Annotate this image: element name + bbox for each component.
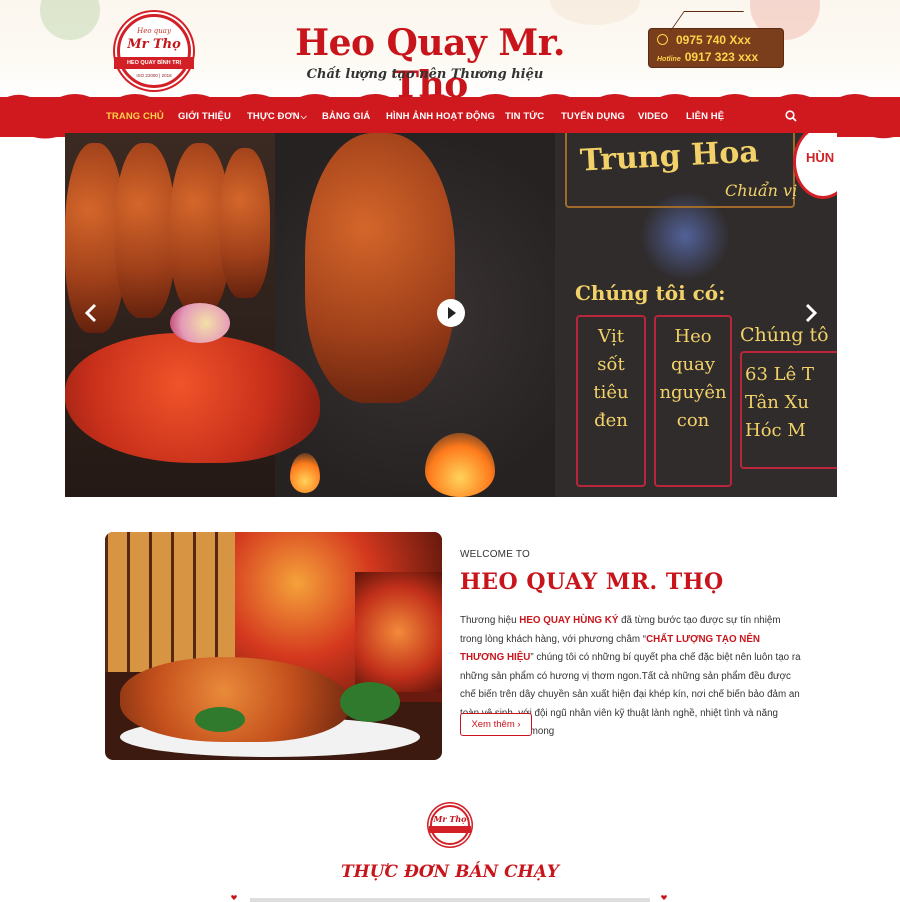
slider-prev-arrow[interactable]	[84, 303, 98, 323]
window-panel	[105, 532, 235, 672]
logo-name: Mr Thọ	[127, 37, 181, 52]
roast-duck-center	[305, 133, 455, 403]
site-logo[interactable]: Heo quay Mr Thọ HEO QUAY BÌNH TRỊ ISO 22…	[114, 14, 194, 88]
welcome-title: HEO QUAY MR. THỌ	[460, 569, 724, 595]
flame	[290, 453, 320, 493]
decor-pepper	[40, 0, 100, 40]
chalk-col-1: Vịt sốt tiêu đen	[576, 323, 646, 435]
logo-top-text: Heo quay	[137, 27, 171, 35]
bestseller-title: THỰC ĐƠN BÁN CHẠY	[340, 862, 560, 882]
cutoff-decor	[231, 895, 667, 902]
chalk-line: Tân Xu	[745, 392, 809, 413]
chevron-down-icon: ⌵	[300, 112, 307, 121]
phone-number: 0975 740 Xxx	[676, 33, 751, 47]
desc-text: Thương hiệu	[460, 615, 520, 626]
nav-item-contact[interactable]: LIÊN HỆ	[686, 111, 724, 122]
chalk-col-3: 63 Lê T Tân Xu Hóc M	[745, 361, 837, 445]
chalk-line: đen	[594, 410, 628, 431]
chalk-subtitle: Chuẩn vị	[725, 181, 798, 200]
chalk-line: Heo	[674, 326, 712, 347]
hotline-board[interactable]: 0975 740 Xxx Hotline 0917 323 xxx	[648, 11, 784, 68]
slider-next-arrow[interactable]	[804, 303, 818, 323]
nav-item-video[interactable]: VIDEO	[638, 111, 668, 122]
read-more-label: Xem thêm	[471, 719, 515, 730]
chalk-line: Hóc M	[745, 420, 806, 441]
nav-item-news[interactable]: TIN TỨC	[505, 111, 544, 122]
herb-garnish	[195, 707, 245, 732]
clock-icon	[657, 34, 668, 45]
chalk-line: nguyên	[659, 382, 727, 403]
chalk-heading: Chúng tôi có:	[575, 281, 726, 305]
chalk-line: quay	[670, 354, 715, 375]
nav-item-menu-label: THỰC ĐƠN	[247, 111, 300, 122]
hotline-label: Hotline	[657, 56, 681, 63]
nav-item-prices[interactable]: BẢNG GIÁ	[322, 111, 370, 122]
brand-slogan: Chất lượng tạo nên Thương hiệu	[306, 67, 544, 82]
nav-item-gallery[interactable]: HÌNH ẢNH HOẠT ĐỘNG	[386, 111, 495, 122]
chalk-line: 63 Lê T	[745, 364, 814, 385]
section-logo: Mr Thọ	[429, 805, 471, 845]
nav-item-careers[interactable]: TUYỂN DỤNG	[561, 111, 625, 122]
chalk-line: Vịt	[598, 326, 624, 347]
desc-brand: HEO QUAY HÙNG KÝ	[519, 615, 619, 626]
chalk-line: con	[676, 410, 710, 431]
nav-item-menu[interactable]: THỰC ĐƠN⌵	[247, 111, 307, 122]
logo-ribbon: HEO QUAY BÌNH TRỊ	[114, 57, 194, 69]
welcome-label: WELCOME TO	[460, 549, 530, 560]
hanging-duck-2	[115, 143, 175, 318]
chalk-col-3-heading: Chúng tô	[740, 324, 829, 346]
search-icon[interactable]	[785, 110, 797, 122]
read-more-button[interactable]: Xem thêm ›	[460, 713, 532, 736]
hanging-duck-4	[220, 148, 270, 298]
hotline-number: 0917 323 xxx	[684, 50, 759, 64]
chalk-col-2: Heo quay nguyên con	[650, 323, 736, 435]
section-logo-ribbon	[429, 826, 471, 833]
nav-item-home[interactable]: TRANG CHỦ	[106, 111, 164, 122]
chalk-line: tiêu	[593, 382, 629, 403]
garnish-flower	[170, 303, 230, 343]
logo-cert: ISO 22000 | 2018	[136, 73, 172, 78]
herb-garnish	[340, 682, 400, 722]
section-logo-text: Mr Thọ	[433, 814, 467, 824]
board-hanger	[669, 11, 745, 31]
welcome-image	[105, 532, 442, 760]
flower-panel-2	[355, 572, 442, 692]
chevron-right-icon: ›	[517, 719, 521, 730]
nav-wave-top	[0, 94, 900, 101]
nav-item-about[interactable]: GIỚI THIỆU	[178, 111, 231, 122]
chalk-line: sốt	[597, 354, 625, 375]
hotline-row[interactable]: Hotline 0917 323 xxx	[657, 50, 758, 64]
phone-row[interactable]: 0975 740 Xxx	[657, 33, 751, 47]
brand-badge-text: HÙN	[806, 150, 835, 165]
slider-play-button[interactable]	[437, 299, 465, 327]
